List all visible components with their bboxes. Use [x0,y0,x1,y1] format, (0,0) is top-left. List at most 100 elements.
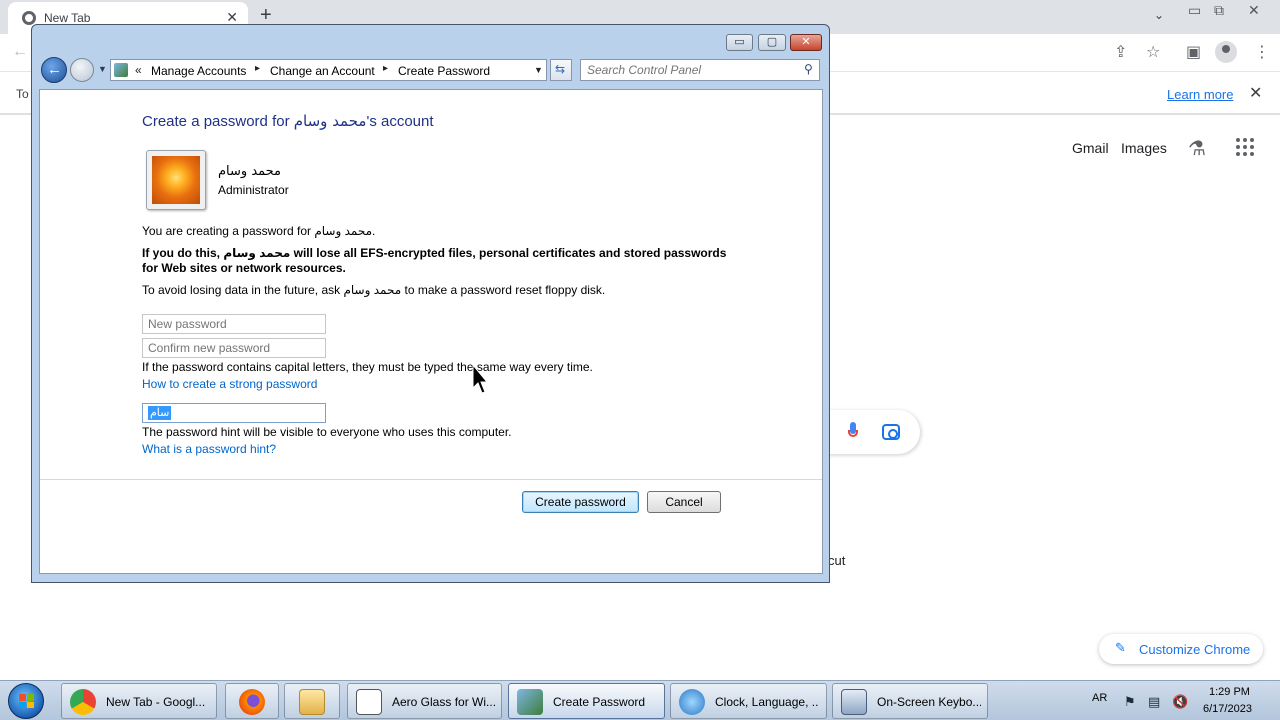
page-title: Create a password for محمد وسام's accoun… [142,112,434,130]
back-button[interactable]: ← [41,57,67,83]
cancel-button[interactable]: Cancel [647,491,721,513]
window-maximize-button[interactable]: ▢ [758,34,786,51]
gmail-link[interactable]: Gmail [1072,140,1109,156]
taskbar-item-label: On-Screen Keybo... [877,695,981,709]
profile-icon[interactable] [1215,41,1237,63]
search-input[interactable] [587,62,797,78]
creating-text: You are creating a password for محمد وسا… [142,224,376,238]
star-icon[interactable]: ☆ [1146,42,1160,62]
search-control-panel[interactable]: ⚲ [580,59,820,81]
mic-icon[interactable] [848,422,858,440]
images-link[interactable]: Images [1121,140,1167,156]
taskbar-item-aero-glass[interactable]: Aero Glass for Wi... [347,683,502,719]
close-icon[interactable]: ✕ [1248,2,1260,19]
taskbar-item-label: Aero Glass for Wi... [392,695,496,709]
taskbar-item-firefox[interactable] [225,683,279,719]
globe-clock-icon [679,689,705,715]
taskbar-item-create-password[interactable]: Create Password [508,683,665,719]
minimize-icon[interactable]: ▭ [1188,2,1201,19]
breadcrumb-change-account[interactable]: Change an Account [270,64,375,78]
breadcrumb-create-password[interactable]: Create Password [398,64,490,78]
warning-text: If you do this, محمد وسام will lose all … [142,246,727,275]
folder-icon [299,689,325,715]
volume-muted-icon[interactable]: 🔇 [1172,694,1188,710]
strong-password-link[interactable]: How to create a strong password [142,377,317,391]
taskbar-item-clock-language[interactable]: Clock, Language, ... [670,683,827,719]
breadcrumb-separator[interactable]: ▸ [255,63,260,74]
mouse-pointer-icon [472,364,488,394]
users-icon [517,689,543,715]
keyboard-icon [841,689,867,715]
refresh-icon: ⇆ [555,62,566,76]
maximize-glyph: ▢ [766,36,778,48]
avatar [146,150,206,210]
address-chevron[interactable]: « [135,63,142,77]
restore-icon[interactable]: ⧉ [1214,2,1224,19]
firefox-icon [239,689,265,715]
lens-icon[interactable] [882,424,900,440]
user-role: Administrator [218,183,289,197]
pencil-icon: ✎ [1115,640,1126,655]
address-dropdown[interactable]: ▼ [534,65,543,75]
taskbar-item-label: Clock, Language, ... [715,695,819,709]
language-indicator[interactable]: AR [1092,692,1107,704]
tab-search-icon[interactable]: ⌄ [1154,8,1164,22]
flower-avatar-icon [152,156,200,204]
close-glyph: ✕ [801,36,811,48]
taskbar: New Tab - Googl... Aero Glass for Wi... … [0,680,1280,720]
dialog-content: Create a password for محمد وسام's accoun… [39,89,823,574]
password-hint-value: سام [148,406,172,420]
address-bar[interactable]: « Manage Accounts ▸ Change an Account ▸ … [110,59,547,81]
chrome-icon [22,11,36,25]
title-prefix: Create a password for [142,113,294,130]
password-hint-link[interactable]: What is a password hint? [142,442,276,456]
infobar-close-icon[interactable]: ✕ [1249,83,1262,103]
taskbar-item-label: New Tab - Googl... [106,695,206,709]
labs-icon[interactable]: ⚗ [1188,136,1206,161]
taskbar-item-chrome[interactable]: New Tab - Googl... [61,683,217,719]
clock-date[interactable]: 6/17/2023 [1203,703,1252,715]
share-icon[interactable]: ⇪ [1114,42,1127,62]
control-panel-icon [114,63,128,77]
recent-pages-dropdown[interactable]: ▼ [98,64,107,74]
menu-icon[interactable]: ⋮ [1254,42,1270,62]
taskbar-item-onscreen-keyboard[interactable]: On-Screen Keybo... [832,683,988,719]
learn-more-link[interactable]: Learn more [1167,87,1233,102]
google-search-box[interactable] [820,410,920,454]
new-password-field[interactable] [142,314,326,334]
document-icon [356,689,382,715]
confirm-password-field[interactable] [142,338,326,358]
windows-logo-icon [19,694,34,708]
taskbar-item-label: Create Password [553,695,646,709]
capital-letters-note: If the password contains capital letters… [142,360,593,374]
action-center-flag-icon[interactable]: ⚑ [1124,694,1136,710]
sidepanel-icon[interactable]: ▣ [1186,42,1201,62]
breadcrumb-separator[interactable]: ▸ [383,63,388,74]
tab-title: New Tab [44,11,91,25]
forward-button[interactable] [70,58,94,82]
breadcrumb-manage-accounts[interactable]: Manage Accounts [151,64,246,78]
search-icon[interactable]: ⚲ [804,62,813,76]
window-close-button[interactable]: ✕ [790,34,822,51]
password-hint-field[interactable]: سام [142,403,326,423]
title-suffix: 's account [366,113,434,130]
taskbar-item-explorer[interactable] [284,683,340,719]
start-button[interactable] [8,683,44,719]
window-minimize-button[interactable]: ▭ [726,34,753,51]
customize-chrome-label: Customize Chrome [1139,642,1251,657]
avoid-data-loss-text: To avoid losing data in the future, ask … [142,283,606,297]
user-name: محمد وسام [218,164,282,179]
back-arrow-icon[interactable]: ← [12,43,28,61]
hint-visible-note: The password hint will be visible to eve… [142,425,512,439]
minimize-glyph: ▭ [734,36,745,48]
chrome-icon [70,689,96,715]
refresh-button[interactable]: ⇆ [550,59,572,81]
shortcut-label: cut [828,553,846,568]
clock-time[interactable]: 1:29 PM [1209,686,1250,698]
customize-chrome-button[interactable]: ✎ Customize Chrome [1099,634,1263,664]
divider [40,479,822,480]
create-password-button[interactable]: Create password [522,491,639,513]
apps-icon[interactable] [1236,138,1254,156]
network-icon[interactable]: ▤ [1148,694,1160,710]
title-username: محمد وسام [293,112,367,130]
